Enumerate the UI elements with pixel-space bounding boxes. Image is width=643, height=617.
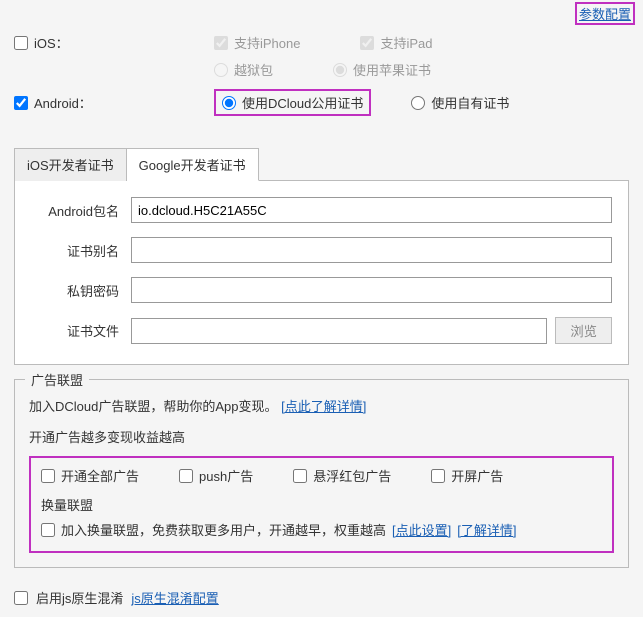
android-label: Android： [34,93,92,112]
hongbao-ads-label: 悬浮红包广告 [313,466,391,485]
enable-js-checkbox[interactable] [14,591,28,605]
splash-ads-label: 开屏广告 [451,466,503,485]
support-ipad-label: 支持iPad [380,33,432,52]
hongbao-ads-checkbox[interactable] [293,469,307,483]
tab-google-cert[interactable]: Google开发者证书 [127,148,259,181]
ios-checkbox[interactable] [14,36,28,50]
push-ads-checkbox[interactable] [179,469,193,483]
huanliang-label: 换量联盟 [41,495,602,514]
splash-ads-checkbox[interactable] [431,469,445,483]
huanliang-set-link[interactable]: [点此设置] [392,520,451,539]
huanliang-text: 加入换量联盟，免费获取更多用户，开通越早，权重越高 [61,520,386,539]
all-ads-checkbox[interactable] [41,469,55,483]
file-label: 证书文件 [31,321,131,340]
package-input[interactable] [131,197,612,223]
alias-label: 证书别名 [31,241,131,260]
jailbreak-label: 越狱包 [234,60,273,79]
dcloud-cert-radio[interactable] [222,96,236,110]
ad-join-text: 加入DCloud广告联盟，帮助你的App变现。 [29,399,278,414]
enable-js-label: 启用js原生混淆 [36,588,123,607]
ad-fieldset: 广告联盟 加入DCloud广告联盟，帮助你的App变现。 [点此了解详情] 开通… [14,379,629,568]
bottom-row: 启用js原生混淆 js原生混淆配置 [0,578,643,617]
package-label: Android包名 [31,201,131,220]
pk-label: 私钥密码 [31,281,131,300]
config-link[interactable]: 参数配置 [575,2,635,25]
tab-ios-cert[interactable]: iOS开发者证书 [14,148,127,181]
dcloud-cert-label: 使用DCloud公用证书 [242,93,363,112]
google-cert-panel: Android包名 证书别名 私钥密码 证书文件 浏览 [14,180,629,365]
cert-tabs: iOS开发者证书 Google开发者证书 Android包名 证书别名 私钥密码… [14,148,629,365]
ad-options-highlight: 开通全部广告 push广告 悬浮红包广告 开屏广告 换量联盟 加入换量联盟，免费… [29,456,614,553]
pk-input[interactable] [131,277,612,303]
ad-join-link[interactable]: [点此了解详情] [281,399,366,414]
push-ads-label: push广告 [199,466,253,485]
js-config-link[interactable]: js原生混淆配置 [131,588,218,607]
ad-legend: 广告联盟 [25,370,89,389]
support-iphone-label: 支持iPhone [234,33,300,52]
ad-more-text: 开通广告越多变现收益越高 [29,427,614,446]
file-input[interactable] [131,318,547,344]
android-checkbox[interactable] [14,96,28,110]
own-cert-radio[interactable] [411,96,425,110]
own-cert-label: 使用自有证书 [431,93,509,112]
support-iphone-checkbox [214,36,228,50]
huanliang-more-link[interactable]: [了解详情] [457,520,516,539]
apple-cert-radio [333,63,347,77]
alias-input[interactable] [131,237,612,263]
ios-label: iOS： [34,33,69,52]
all-ads-label: 开通全部广告 [61,466,139,485]
platform-section: iOS： 支持iPhone 支持iPad 越狱包 使用苹果证书 Android：… [0,27,643,128]
huanliang-checkbox[interactable] [41,523,55,537]
jailbreak-radio [214,63,228,77]
support-ipad-checkbox [360,36,374,50]
browse-button: 浏览 [555,317,612,344]
apple-cert-label: 使用苹果证书 [353,60,431,79]
